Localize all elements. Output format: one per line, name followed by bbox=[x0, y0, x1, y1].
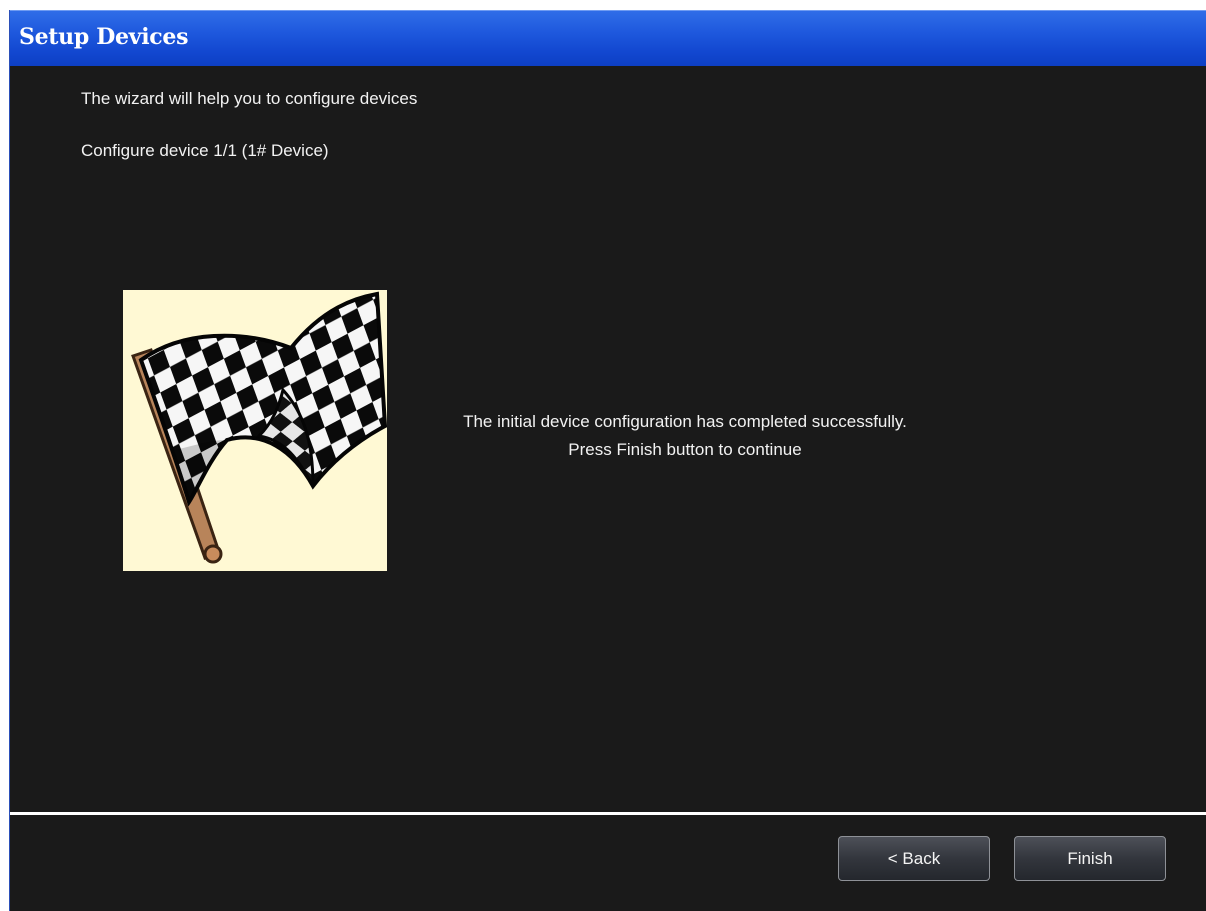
wizard-content: The wizard will help you to configure de… bbox=[10, 66, 1206, 808]
completion-message-line1: The initial device configuration has com… bbox=[463, 412, 907, 431]
wizard-intro-text: The wizard will help you to configure de… bbox=[81, 89, 418, 108]
completion-message-line2: Press Finish button to continue bbox=[568, 440, 802, 459]
wizard-progress-text: Configure device 1/1 (1# Device) bbox=[81, 141, 329, 160]
title-bar[interactable]: Setup Devices bbox=[10, 10, 1206, 66]
completion-message: The initial device configuration has com… bbox=[390, 408, 980, 464]
setup-devices-window: Setup Devices The wizard will help you t… bbox=[9, 10, 1206, 911]
checkered-flag-icon bbox=[123, 290, 387, 571]
back-button[interactable]: < Back bbox=[838, 836, 990, 881]
finish-button[interactable]: Finish bbox=[1014, 836, 1166, 881]
wizard-footer: < Back Finish bbox=[10, 815, 1206, 911]
window-title: Setup Devices bbox=[19, 24, 189, 50]
